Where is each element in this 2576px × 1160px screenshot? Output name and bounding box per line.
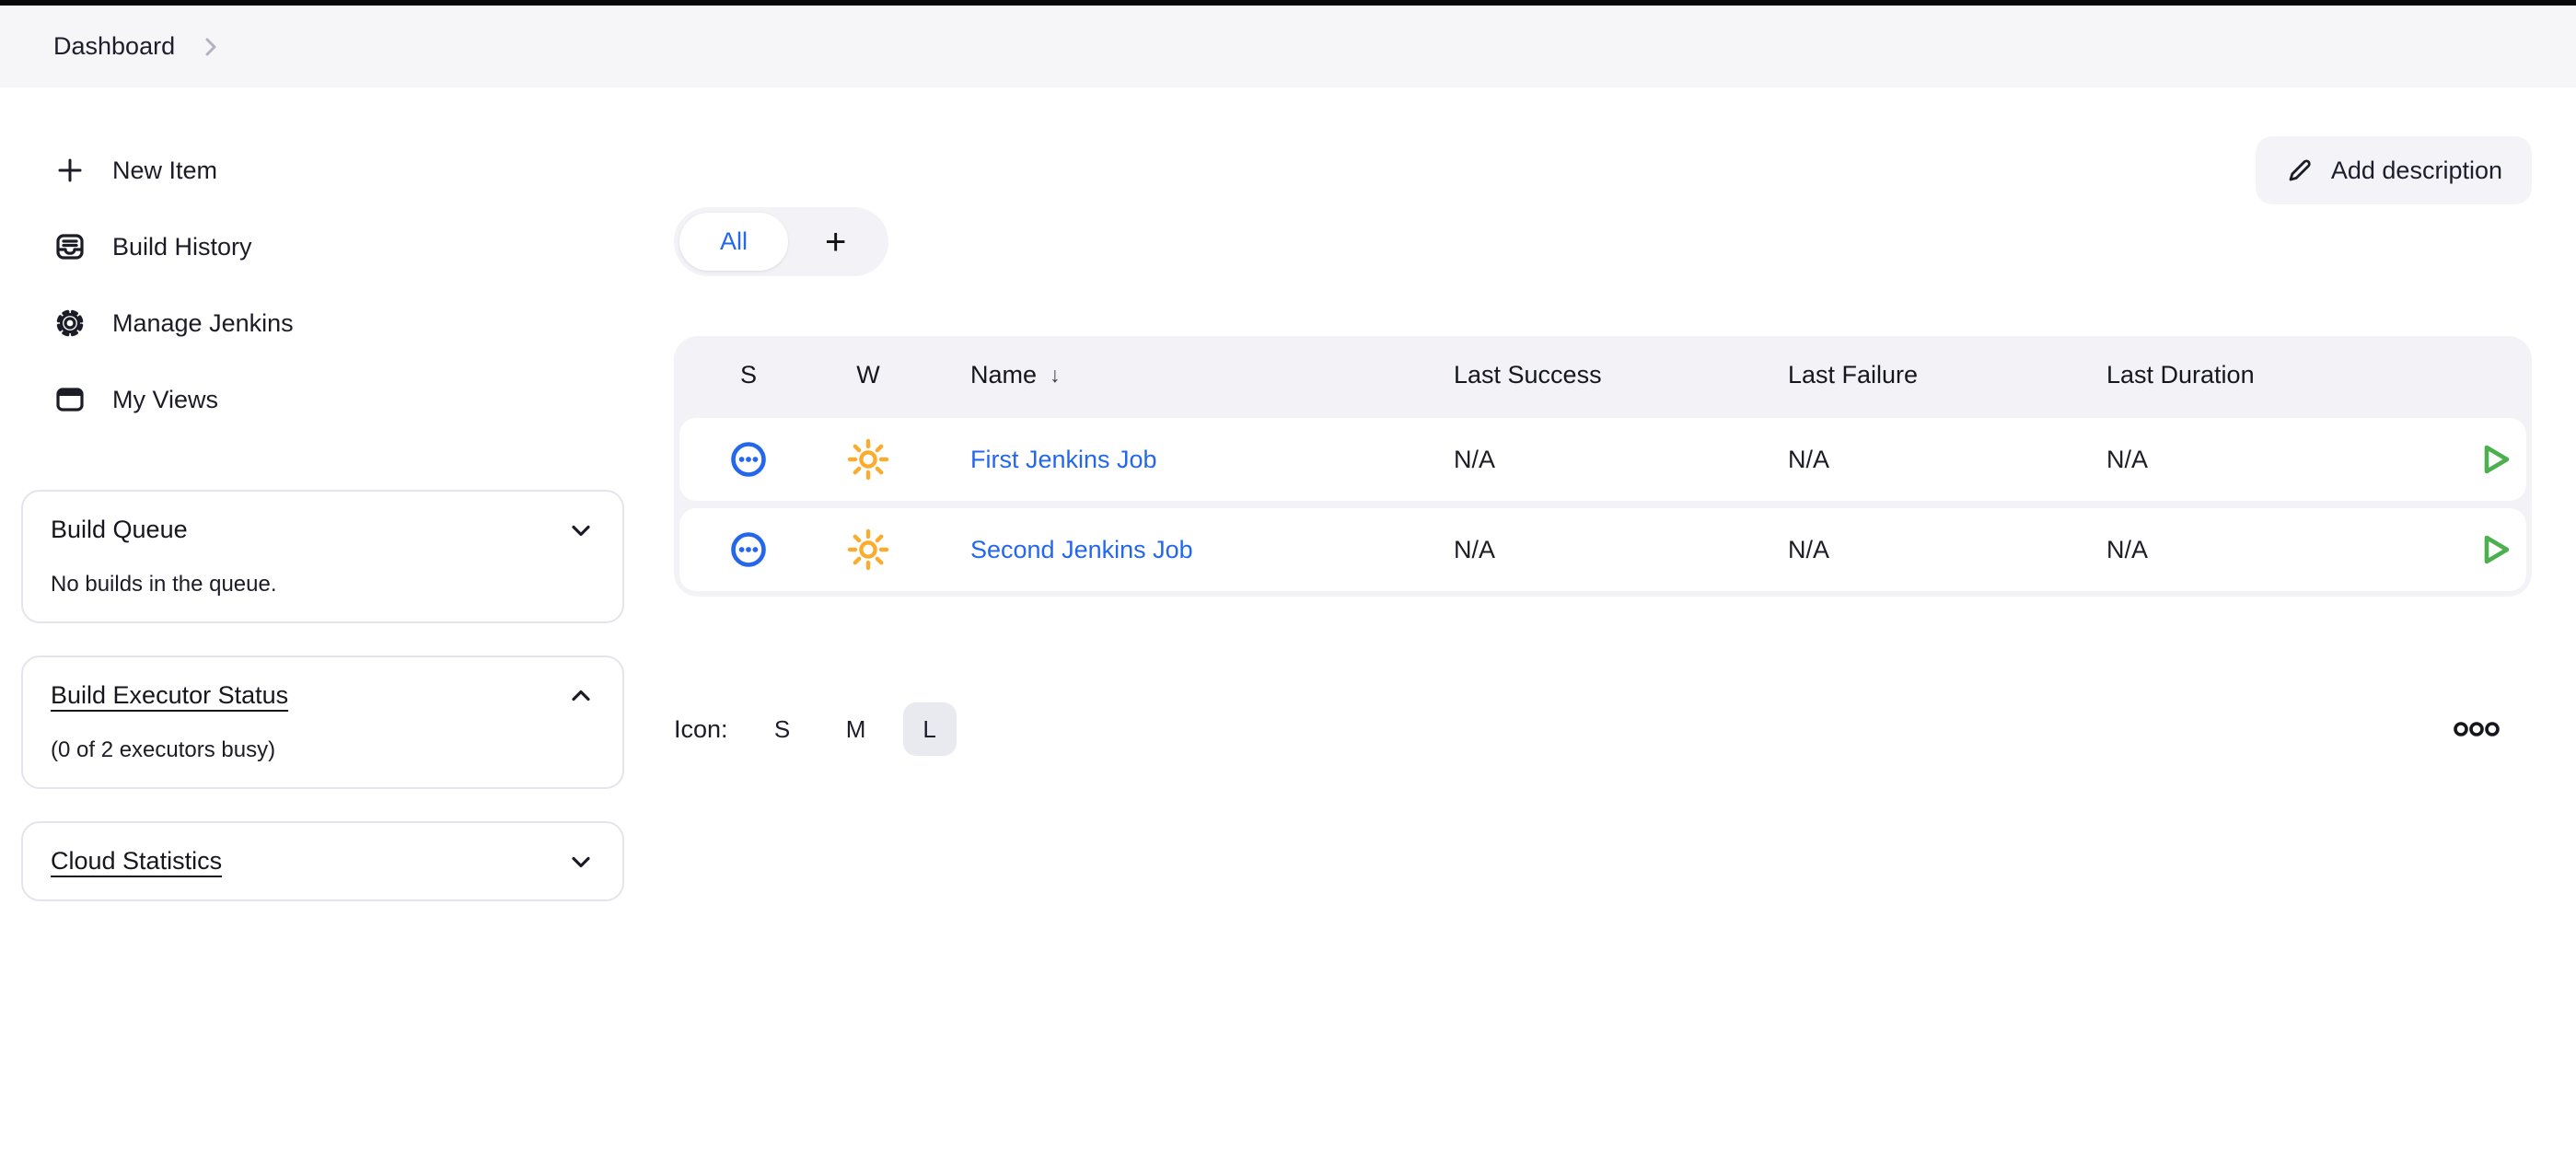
last-duration-value: N/A xyxy=(2106,446,2461,474)
chevron-down-icon[interactable] xyxy=(567,516,595,544)
sidebar-item-label: Manage Jenkins xyxy=(112,309,294,338)
view-tabs-row: All + xyxy=(674,207,2532,276)
main-content: Add description All + S W Name ↓ Last xyxy=(674,136,2532,756)
build-executor-header: Build Executor Status xyxy=(51,681,595,710)
build-executor-status-panel: Build Executor Status (0 of 2 executors … xyxy=(21,655,624,789)
build-queue-status-text: No builds in the queue. xyxy=(51,572,595,597)
jenkins-dashboard: Dashboard New Item xyxy=(0,0,2576,1160)
column-header-last-failure[interactable]: Last Failure xyxy=(1788,361,2106,389)
add-description-label: Add description xyxy=(2331,157,2502,185)
icon-size-large-button[interactable]: L xyxy=(903,702,957,756)
icon-size-medium-button[interactable]: M xyxy=(830,702,883,756)
job-link[interactable]: First Jenkins Job xyxy=(970,446,1157,473)
status-not-built-icon[interactable] xyxy=(723,434,774,485)
job-link[interactable]: Second Jenkins Job xyxy=(970,536,1193,563)
sidebar-item-label: New Item xyxy=(112,157,217,185)
chevron-right-icon xyxy=(199,35,223,59)
gear-icon xyxy=(53,307,87,340)
sidebar-item-my-views[interactable]: My Views xyxy=(21,377,624,423)
pencil-icon xyxy=(2285,156,2315,185)
build-queue-title: Build Queue xyxy=(51,516,188,544)
build-queue-header: Build Queue xyxy=(51,516,595,544)
table-row: First Jenkins Job N/A N/A N/A xyxy=(679,418,2526,501)
breadcrumb-bar: Dashboard xyxy=(0,6,2576,87)
column-header-name[interactable]: Name ↓ xyxy=(919,361,1454,389)
last-failure-value: N/A xyxy=(1788,446,2106,474)
build-queue-panel: Build Queue No builds in the queue. xyxy=(21,490,624,623)
breadcrumb[interactable]: Dashboard xyxy=(53,32,175,61)
main-layout: New Item Build History xyxy=(0,87,2576,934)
sidebar-item-new-item[interactable]: New Item xyxy=(21,147,624,193)
last-failure-value: N/A xyxy=(1788,536,2106,564)
last-success-value: N/A xyxy=(1454,446,1788,474)
jobs-table-header: S W Name ↓ Last Success Last Failure Las… xyxy=(679,336,2526,414)
plus-icon xyxy=(53,154,87,187)
column-header-weather[interactable]: W xyxy=(818,361,919,389)
three-circles-icon xyxy=(2453,719,2501,739)
column-header-status[interactable]: S xyxy=(679,361,818,389)
status-not-built-icon[interactable] xyxy=(723,524,774,575)
column-header-last-success[interactable]: Last Success xyxy=(1454,361,1788,389)
content-header: Add description xyxy=(674,136,2532,204)
add-description-button[interactable]: Add description xyxy=(2256,136,2532,204)
sidebar-menu: New Item Build History xyxy=(21,147,624,423)
table-row: Second Jenkins Job N/A N/A N/A xyxy=(679,508,2526,591)
build-history-icon xyxy=(53,230,87,263)
run-build-button[interactable] xyxy=(2465,520,2524,579)
sidebar-item-label: My Views xyxy=(112,386,218,414)
sidebar-item-label: Build History xyxy=(112,233,252,261)
cloud-statistics-panel: Cloud Statistics xyxy=(21,821,624,901)
cloud-statistics-header: Cloud Statistics xyxy=(51,847,595,876)
weather-sunny-icon[interactable] xyxy=(841,522,896,577)
last-duration-value: N/A xyxy=(2106,536,2461,564)
last-success-value: N/A xyxy=(1454,536,1788,564)
view-tabbar: All + xyxy=(674,207,888,276)
icon-legend-button[interactable] xyxy=(2443,710,2510,748)
sidebar-panels: Build Queue No builds in the queue. Buil… xyxy=(21,490,624,901)
jobs-table: S W Name ↓ Last Success Last Failure Las… xyxy=(674,336,2532,597)
chevron-down-icon[interactable] xyxy=(567,848,595,876)
window-icon xyxy=(53,383,87,416)
column-header-name-label: Name xyxy=(970,361,1037,389)
icon-size-row: Icon: S M L xyxy=(674,702,2532,756)
icon-size-label: Icon: xyxy=(674,715,728,744)
tab-all[interactable]: All xyxy=(679,213,788,271)
column-header-last-duration[interactable]: Last Duration xyxy=(2106,361,2461,389)
weather-sunny-icon[interactable] xyxy=(841,432,896,487)
sidebar: New Item Build History xyxy=(21,147,624,934)
new-view-tab-button[interactable]: + xyxy=(788,213,883,271)
icon-size-small-button[interactable]: S xyxy=(756,702,809,756)
cloud-statistics-link[interactable]: Cloud Statistics xyxy=(51,847,222,876)
build-executor-status-link[interactable]: Build Executor Status xyxy=(51,681,288,710)
sort-descending-icon: ↓ xyxy=(1050,363,1061,388)
chevron-up-icon[interactable] xyxy=(567,682,595,710)
sidebar-item-build-history[interactable]: Build History xyxy=(21,224,624,270)
run-build-button[interactable] xyxy=(2465,430,2524,489)
executors-busy-text: (0 of 2 executors busy) xyxy=(51,737,595,763)
sidebar-item-manage-jenkins[interactable]: Manage Jenkins xyxy=(21,300,624,346)
